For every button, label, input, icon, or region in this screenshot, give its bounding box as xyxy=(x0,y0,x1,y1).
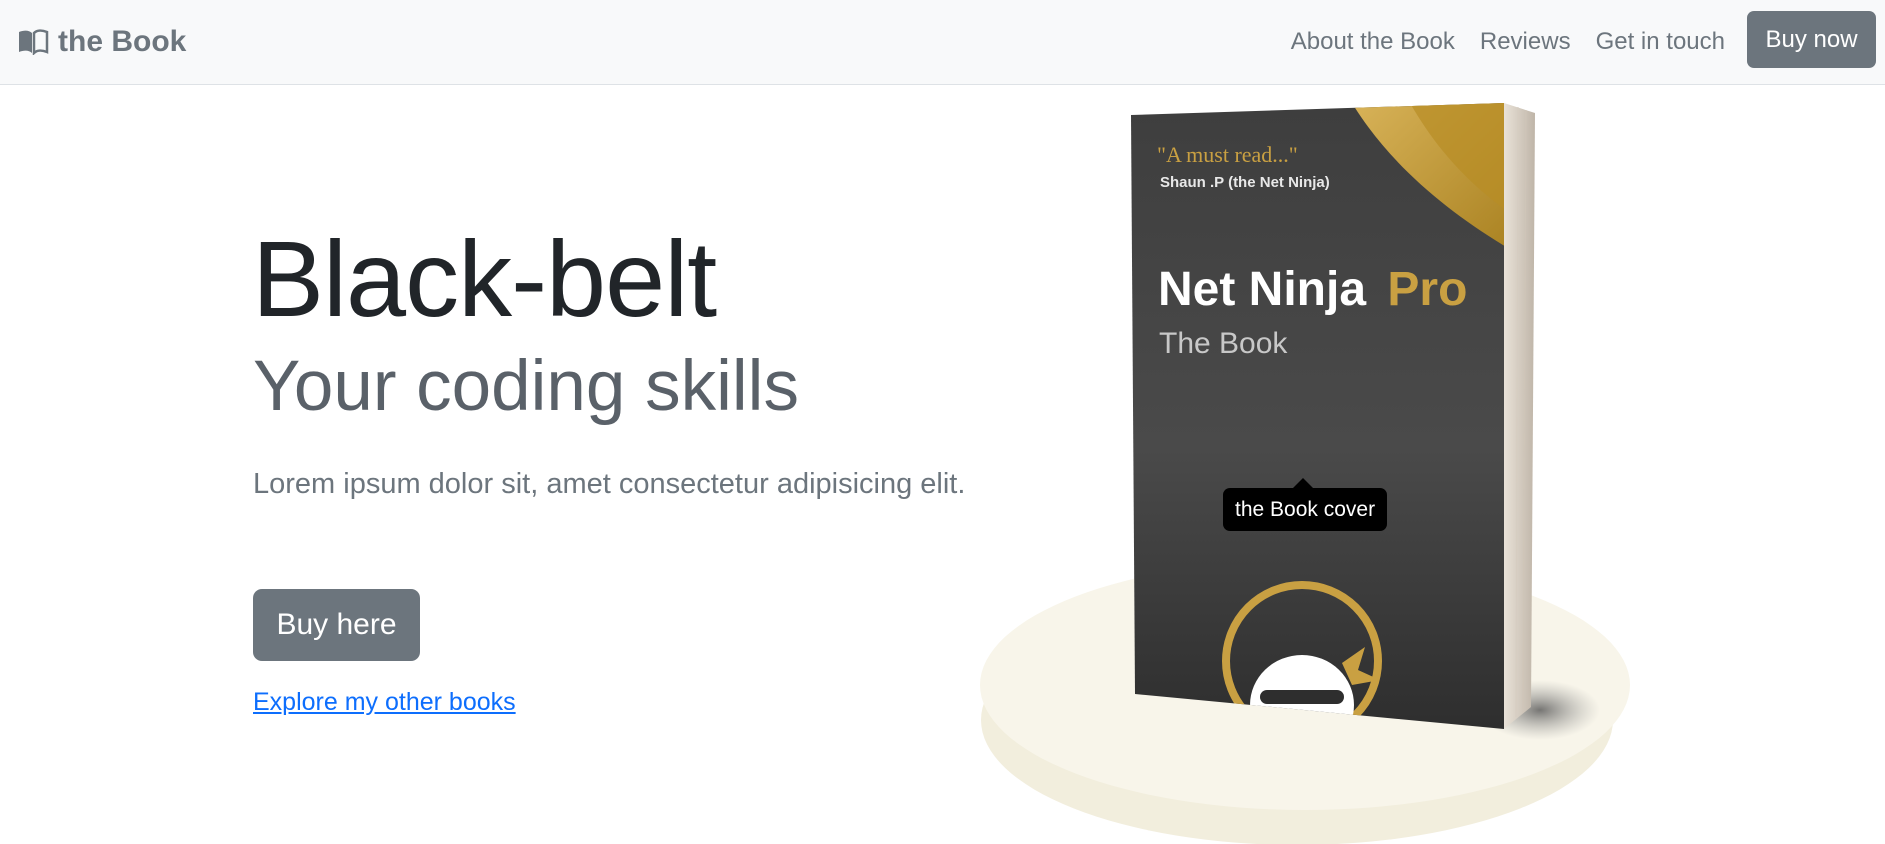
tooltip-arrow xyxy=(1293,478,1313,488)
brand-text: the Book xyxy=(58,25,187,58)
nav-links: About the Book Reviews Get in touch xyxy=(1266,22,1725,62)
hero-subtitle: Your coding skills xyxy=(253,347,799,426)
hero-title: Black-belt xyxy=(252,218,717,339)
cover-subtitle: The Book xyxy=(1159,327,1288,360)
buy-here-button[interactable]: Buy here xyxy=(253,589,420,661)
book-illustration: "A must read..." Shaun .P (the Net Ninja… xyxy=(960,95,1660,844)
svg-text:Net Ninja Pro: Net Ninja Pro xyxy=(1158,263,1467,316)
brand-link[interactable]: the Book xyxy=(17,22,186,62)
book-cover-tooltip: the Book cover xyxy=(1223,488,1388,531)
cover-quote: "A must read..." xyxy=(1157,142,1298,167)
book-pages xyxy=(1504,103,1535,729)
buy-now-button[interactable]: Buy now xyxy=(1747,11,1876,68)
nav-link-reviews[interactable]: Reviews xyxy=(1480,28,1571,56)
nav-link-contact[interactable]: Get in touch xyxy=(1596,28,1725,56)
cover-quote-author: Shaun .P (the Net Ninja) xyxy=(1160,174,1330,191)
explore-books-link[interactable]: Explore my other books xyxy=(253,688,516,717)
hero-lead: Lorem ipsum dolor sit, amet consectetur … xyxy=(253,468,966,500)
book-open-icon xyxy=(17,29,49,57)
cover-title-main: Net Ninja xyxy=(1158,263,1366,316)
cover-title-accent: Pro xyxy=(1387,263,1467,316)
navbar: the Book About the Book Reviews Get in t… xyxy=(0,0,1885,85)
nav-link-about[interactable]: About the Book xyxy=(1291,28,1455,56)
